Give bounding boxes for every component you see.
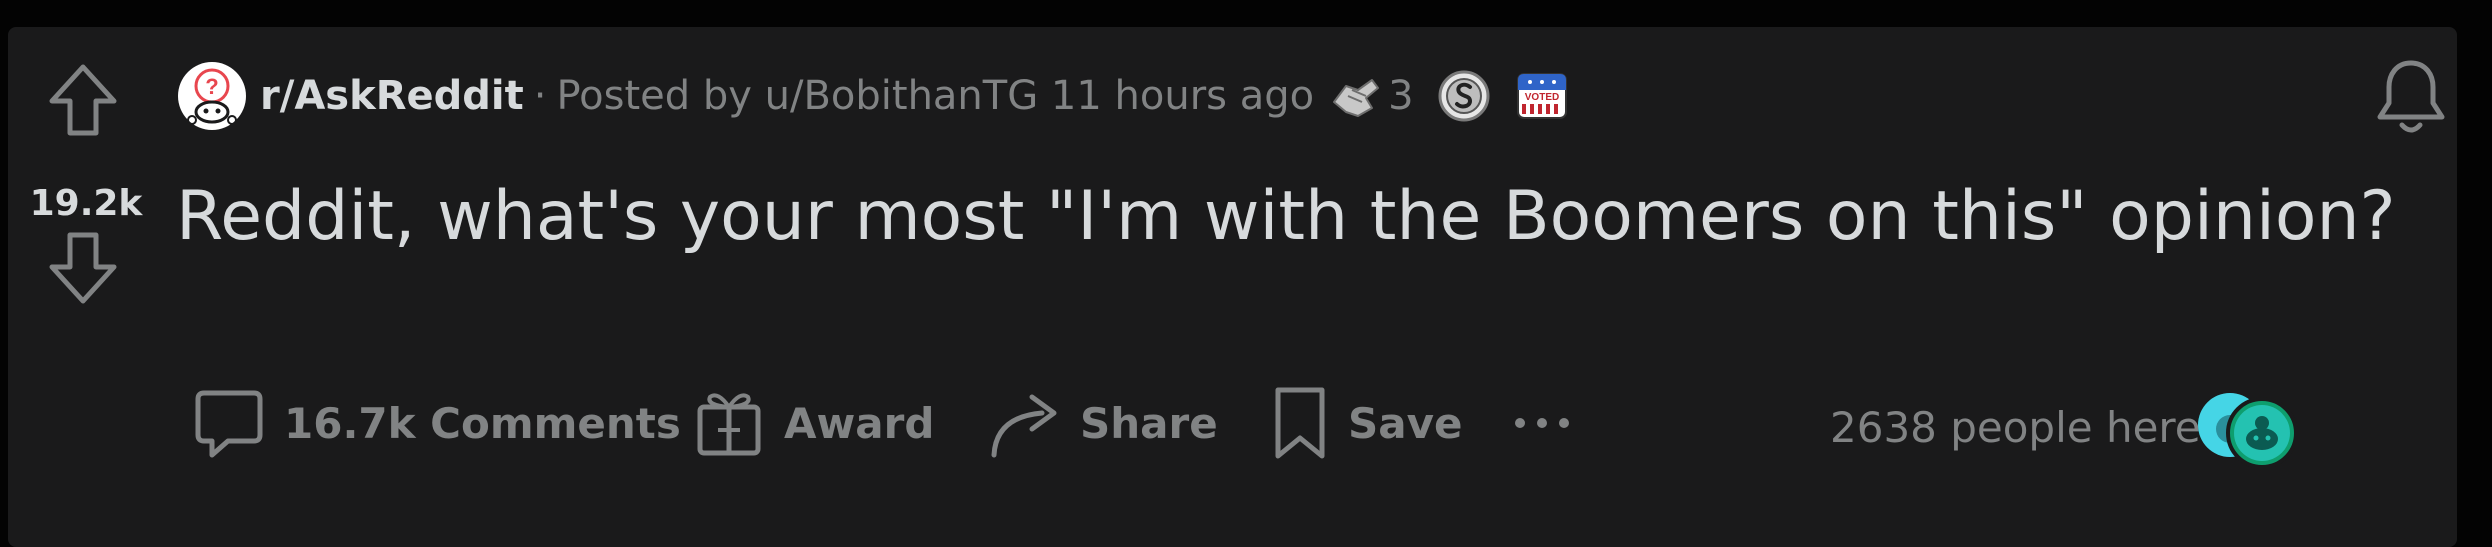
upvote-button[interactable] (48, 63, 118, 137)
save-label: Save (1348, 398, 1463, 448)
bell-icon (2377, 60, 2445, 133)
notify-bell-button[interactable] (2374, 57, 2448, 137)
subreddit-link[interactable]: r/AskReddit (260, 73, 524, 119)
comment-bubble-icon (195, 390, 263, 458)
vote-column: 19.2k (8, 27, 168, 547)
posted-by-text[interactable]: Posted by u/BobithanTG 11 hours ago (556, 73, 1314, 119)
downvote-arrow-icon (49, 232, 117, 304)
post-meta: ? r/AskReddit · Posted by u/BobithanTG 1… (176, 61, 1570, 131)
save-button[interactable]: Save (1272, 375, 1462, 471)
svg-text:VOTED: VOTED (1524, 92, 1558, 103)
more-options-button[interactable] (1512, 375, 1582, 471)
askreddit-snoo-icon[interactable]: ? (176, 60, 248, 132)
gift-icon (697, 393, 761, 456)
upvote-arrow-icon (49, 64, 117, 136)
award-button[interactable]: Award (694, 375, 934, 471)
share-button[interactable]: Share (988, 375, 1218, 471)
share-arrow-icon (991, 394, 1057, 458)
silver-award-icon (1438, 70, 1490, 122)
meta-separator: · (533, 73, 547, 119)
vote-count: 19.2k (29, 183, 143, 224)
share-label: Share (1080, 398, 1218, 448)
helping-hand-award-icon (1333, 79, 1380, 117)
more-options-icon (1515, 418, 1569, 428)
downvote-button[interactable] (48, 231, 118, 305)
comments-button[interactable]: 16.7k Comments (194, 375, 681, 471)
bookmark-icon (1275, 387, 1325, 459)
svg-text:?: ? (205, 74, 218, 99)
award-label: Award (784, 398, 935, 448)
award-helping-hand[interactable]: 3 (1328, 68, 1414, 124)
award-silver[interactable] (1436, 68, 1492, 124)
award-voted[interactable]: VOTED (1514, 68, 1570, 124)
post-card: 19.2k ? r/AskReddit · Posted by u/Bobith… (8, 27, 2457, 547)
award-count: 3 (1388, 73, 1414, 119)
comments-label: 16.7k Comments (284, 398, 681, 448)
post-title[interactable]: Reddit, what's your most "I'm with the B… (176, 177, 2396, 256)
online-avatars-icon[interactable] (2190, 385, 2310, 475)
voted-award-icon: VOTED (1516, 73, 1567, 119)
online-count: 2638 people here (1830, 402, 2201, 452)
